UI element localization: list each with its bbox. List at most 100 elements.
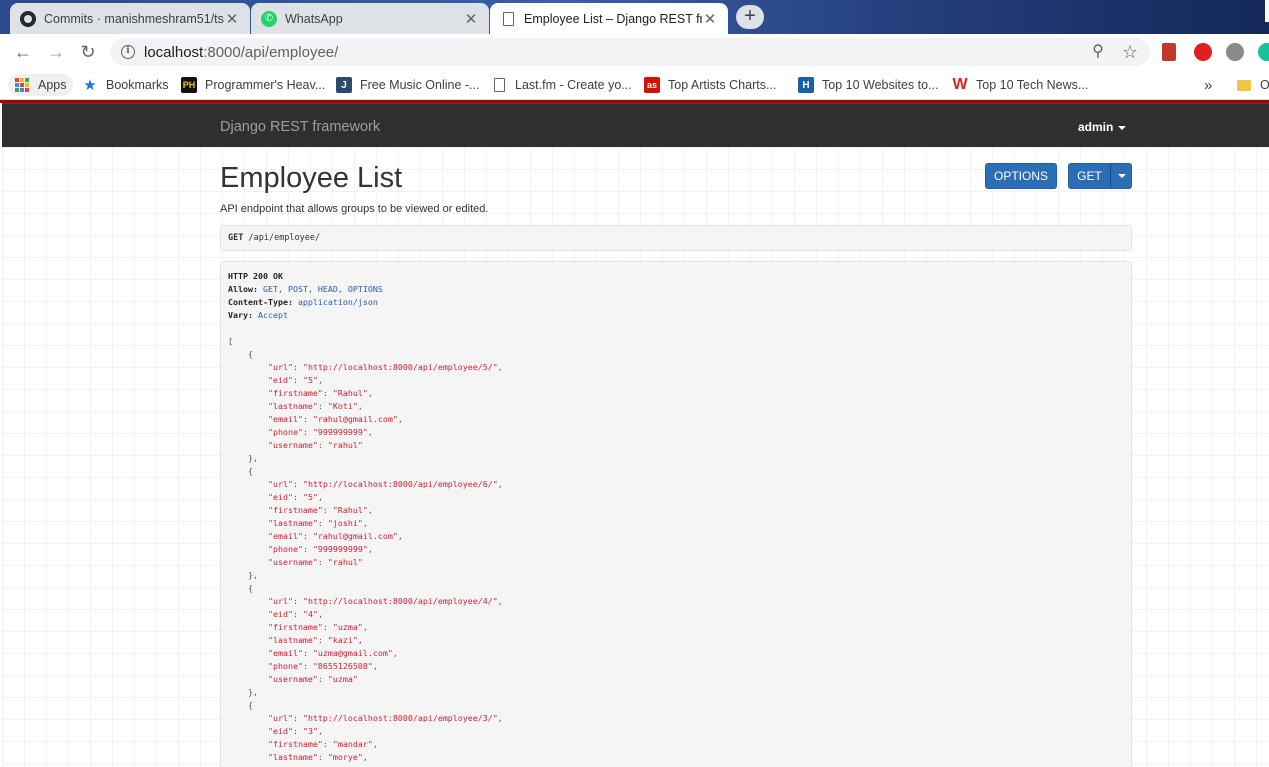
- json-object-close: },: [228, 570, 258, 580]
- lastfm-icon: as: [644, 77, 660, 93]
- json-field-url: "url": "http://localhost:8000/api/employ…: [267, 713, 503, 723]
- extension-adblock-icon[interactable]: [1194, 43, 1212, 61]
- bookmark-label: O: [1260, 78, 1269, 92]
- json-open-bracket: [: [228, 336, 233, 346]
- get-format-dropdown[interactable]: [1110, 163, 1132, 189]
- page-content: Employee List API endpoint that allows g…: [2, 147, 1269, 767]
- response-header-content-type: Content-Type: application/json: [228, 297, 378, 307]
- bookmark-other[interactable]: O: [1236, 74, 1269, 96]
- document-icon: [491, 77, 507, 93]
- get-button[interactable]: GET: [1068, 163, 1111, 189]
- tab-commits[interactable]: Commits · manishmeshram51/tsf ✕: [10, 3, 250, 34]
- response-status: HTTP 200 OK: [228, 271, 283, 281]
- json-field-eid: "eid": "4",: [267, 609, 323, 619]
- json-field-lastname: "lastname": "Koti",: [267, 401, 363, 411]
- star-icon: ★: [83, 77, 97, 94]
- jamendo-icon: J: [336, 77, 352, 93]
- json-field-eid: "eid": "5",: [267, 375, 323, 385]
- json-field-phone: "phone": "999999999",: [267, 427, 373, 437]
- response-header-allow: Allow: GET, POST, HEAD, OPTIONS: [228, 284, 383, 294]
- json-field-firstname: "firstname": "Rahul",: [267, 388, 373, 398]
- page-description: API endpoint that allows groups to be vi…: [220, 203, 489, 215]
- tab-employee-list[interactable]: Employee List – Django REST fra ✕: [490, 3, 728, 34]
- bookmark-star-icon[interactable]: ☆: [1120, 42, 1140, 62]
- forward-button[interactable]: →: [44, 40, 68, 64]
- bookmark-tech-news[interactable]: W Top 10 Tech News...: [952, 74, 1088, 96]
- bookmark-label: Top 10 Websites to...: [822, 78, 939, 92]
- tab-whatsapp[interactable]: ✆ WhatsApp ✕: [251, 3, 489, 34]
- user-menu[interactable]: admin: [1078, 120, 1127, 134]
- tab-title: Commits · manishmeshram51/tsf: [44, 11, 224, 26]
- bookmark-lastfm[interactable]: Last.fm - Create yo...: [491, 74, 632, 96]
- request-path: /api/employee/: [248, 233, 321, 243]
- bookmark-apps[interactable]: Apps: [8, 74, 73, 96]
- json-field-email: "email": "rahul@gmail.com",: [267, 531, 403, 541]
- url-path: :8000/api/employee/: [203, 44, 339, 61]
- json-field-email: "email": "uzma@gmail.com",: [267, 648, 398, 658]
- bookmark-label: Top 10 Tech News...: [976, 78, 1089, 92]
- extension-check-icon[interactable]: [1226, 43, 1244, 61]
- response-content: HTTP 200 OK Allow: GET, POST, HEAD, OPTIO…: [228, 270, 503, 767]
- bookmark-programmers-heaven[interactable]: PH Programmer's Heav...: [181, 74, 325, 96]
- bookmark-free-music[interactable]: J Free Music Online -...: [336, 74, 479, 96]
- json-field-firstname: "firstname": "uzma",: [267, 622, 368, 632]
- json-field-eid: "eid": "5",: [267, 492, 323, 502]
- close-tab-icon[interactable]: ✕: [224, 10, 240, 28]
- bookmark-top-artists[interactable]: as Top Artists Charts...: [644, 74, 776, 96]
- json-field-url: "url": "http://localhost:8000/api/employ…: [267, 362, 503, 372]
- bookmarks-overflow-button[interactable]: »: [1204, 74, 1212, 96]
- bookmark-bookmarks[interactable]: ★ Bookmarks: [82, 74, 169, 96]
- json-object-close: },: [228, 453, 258, 463]
- whatsapp-icon: ✆: [261, 10, 277, 27]
- json-field-firstname: "firstname": "Rahul",: [267, 505, 373, 515]
- close-tab-icon[interactable]: ✕: [463, 10, 479, 28]
- ph-icon: PH: [181, 77, 197, 93]
- apps-grid-icon: [14, 77, 30, 93]
- json-object-open: {: [228, 583, 253, 593]
- bookmark-label: Free Music Online -...: [360, 78, 480, 92]
- browser-toolbar: ← → ↻ i localhost:8000/api/employee/ ⚲ ☆: [0, 34, 1269, 70]
- json-object-open: {: [228, 349, 253, 359]
- json-field-url: "url": "http://localhost:8000/api/employ…: [267, 479, 503, 489]
- info-icon[interactable]: i: [121, 45, 135, 59]
- brand-link[interactable]: Django REST framework: [220, 119, 380, 135]
- caret-down-icon: [1118, 125, 1127, 130]
- drf-navbar: Django REST framework admin: [2, 103, 1269, 147]
- json-field-lastname: "lastname": "joshi",: [267, 518, 368, 528]
- json-field-phone: "phone": "8655126508",: [267, 661, 378, 671]
- bookmarks-bar: Apps ★ Bookmarks PH Programmer's Heav...…: [0, 70, 1269, 100]
- response-info: HTTP 200 OK Allow: GET, POST, HEAD, OPTIO…: [220, 261, 1132, 767]
- json-field-url: "url": "http://localhost:8000/api/employ…: [267, 596, 503, 606]
- json-field-username: "username": "rahul": [267, 557, 363, 567]
- bookmark-label: Programmer's Heav...: [205, 78, 326, 92]
- json-field-eid: "eid": "3",: [267, 726, 323, 736]
- options-button[interactable]: OPTIONS: [985, 163, 1057, 189]
- tab-title: WhatsApp: [285, 11, 343, 26]
- close-tab-icon[interactable]: ✕: [702, 10, 718, 28]
- window-edge: [1265, 0, 1269, 22]
- json-object-open: {: [228, 466, 253, 476]
- request-method: GET: [228, 233, 244, 243]
- page-title: Employee List: [220, 162, 403, 194]
- extension-grammarly-icon[interactable]: [1258, 43, 1269, 61]
- extension-book-icon[interactable]: [1162, 43, 1176, 61]
- document-icon: [500, 11, 516, 27]
- bookmark-top-websites[interactable]: H Top 10 Websites to...: [798, 74, 939, 96]
- folder-icon: [1236, 77, 1252, 93]
- reload-button[interactable]: ↻: [76, 40, 100, 64]
- json-field-username: "username": "rahul": [267, 440, 363, 450]
- new-tab-button[interactable]: +: [736, 5, 764, 29]
- url-text[interactable]: localhost:8000/api/employee/: [144, 44, 338, 61]
- json-field-phone: "phone": "999999999",: [267, 544, 373, 554]
- zoom-icon[interactable]: ⚲: [1088, 42, 1108, 62]
- json-field-lastname: "lastname": "morye",: [267, 752, 368, 762]
- json-field-email: "email": "rahul@gmail.com",: [267, 414, 403, 424]
- tab-title: Employee List – Django REST fra: [524, 11, 702, 26]
- json-object-open: {: [228, 700, 253, 710]
- bookmark-label: Bookmarks: [106, 78, 169, 92]
- back-button[interactable]: ←: [11, 40, 35, 64]
- h-icon: H: [798, 77, 814, 93]
- tab-strip: Commits · manishmeshram51/tsf ✕ ✆ WhatsA…: [0, 0, 1269, 34]
- address-bar[interactable]: i localhost:8000/api/employee/ ⚲ ☆: [110, 38, 1150, 66]
